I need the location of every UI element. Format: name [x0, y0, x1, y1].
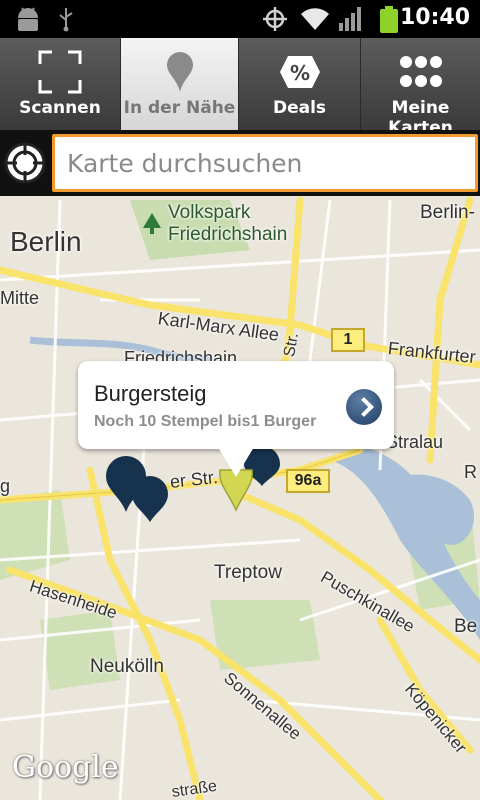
svg-text:%: % — [289, 61, 309, 85]
tab-in-der-naehe[interactable]: In der Nähe — [121, 38, 239, 130]
location-marker[interactable] — [128, 474, 172, 524]
search-bar — [0, 130, 480, 196]
battery-icon — [380, 6, 398, 33]
status-bar: 10:40 — [0, 0, 480, 38]
callout-title: Burgersteig — [94, 381, 207, 406]
map-label-berlin: Berlin — [10, 226, 82, 257]
map-label-edge-r: R — [464, 462, 477, 482]
locate-me-icon[interactable] — [2, 140, 48, 186]
tab-meine-karten[interactable]: Meine Karten — [361, 38, 480, 138]
map-pin-icon — [166, 52, 193, 92]
place-callout[interactable]: Burgersteig Noch 10 Stempel bis1 Burger — [78, 361, 394, 477]
map-label-edge-g: g — [0, 476, 11, 496]
android-debug-icon — [18, 7, 38, 31]
tab-label: Deals — [272, 98, 327, 118]
tab-scannen[interactable]: Scannen — [0, 38, 121, 130]
chevron-right-icon[interactable] — [346, 389, 382, 425]
callout-subtitle: Noch 10 Stempel bis1 Burger — [94, 413, 317, 430]
callout-tail — [218, 447, 254, 477]
usb-icon — [59, 8, 73, 32]
scan-frame-icon — [38, 50, 82, 94]
map-label-mitte: Mitte — [0, 288, 40, 308]
search-input[interactable] — [55, 137, 475, 189]
map-label-friedrichshain: Friedrichshain — [168, 224, 288, 245]
google-attribution: Google — [12, 750, 119, 785]
map-label-volkspark: Volkspark — [168, 202, 251, 223]
wifi-icon — [301, 8, 329, 30]
route-badge: 96a — [286, 469, 330, 493]
map-label-treptow: Treptow — [214, 562, 282, 583]
map-label-edge-be: Be — [454, 616, 478, 637]
tab-label: In der Nähe — [123, 98, 236, 118]
tab-label: Scannen — [19, 98, 101, 118]
percent-badge-icon: % — [279, 56, 320, 88]
route-badge: 1 — [331, 328, 365, 352]
clock: 10:40 — [399, 5, 470, 30]
signal-icon — [339, 7, 361, 31]
gps-icon — [263, 7, 287, 31]
map-label-berlin-right: Berlin- — [420, 202, 475, 223]
search-field[interactable] — [52, 134, 478, 192]
map-label-neukolln: Neukölln — [90, 656, 164, 677]
map-view[interactable]: Berlin Berlin- Volkspark Friedrichshain … — [0, 196, 480, 800]
grid-dots-icon — [399, 56, 442, 87]
tab-deals[interactable]: % Deals — [239, 38, 361, 130]
park-tree-icon — [143, 213, 161, 234]
tab-bar: Scannen In der Nähe % Deals Meine Karten — [0, 38, 480, 138]
map-label-stralau: Stralau — [386, 432, 444, 452]
